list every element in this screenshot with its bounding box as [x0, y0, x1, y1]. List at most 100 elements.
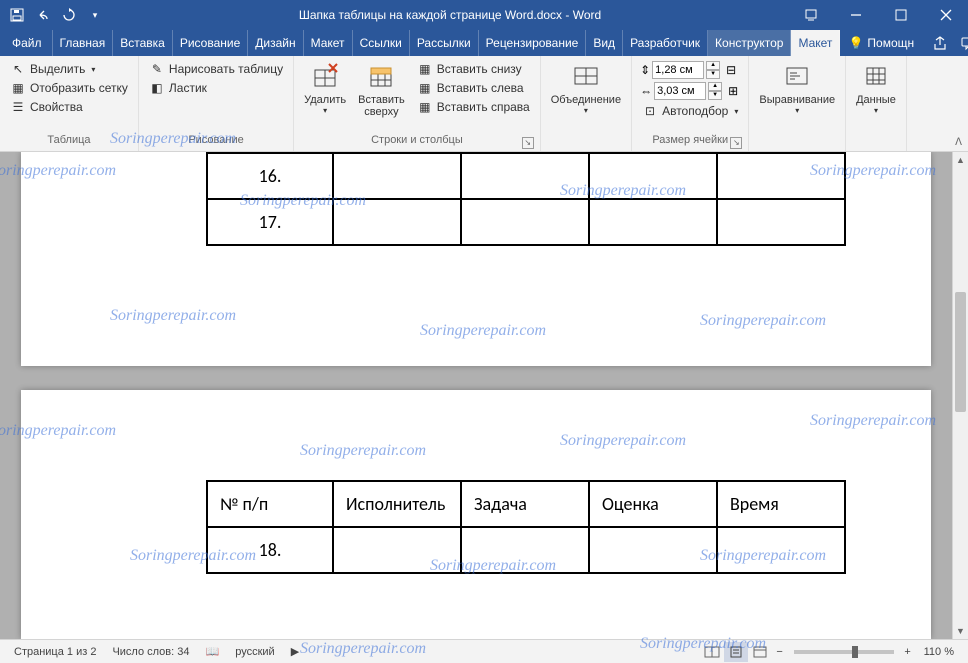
- table-cell[interactable]: [333, 153, 461, 199]
- table-header-cell[interactable]: Задача: [461, 481, 589, 527]
- gridlines-button[interactable]: ▦Отобразить сетку: [6, 79, 132, 97]
- save-button[interactable]: [8, 6, 26, 24]
- table-cell[interactable]: 16.: [207, 153, 333, 199]
- table-page2[interactable]: № п/п Исполнитель Задача Оценка Время 18…: [206, 480, 846, 574]
- table-cell[interactable]: [717, 527, 845, 573]
- zoom-level[interactable]: 110 %: [916, 646, 962, 658]
- height-spin-up[interactable]: ▲: [706, 61, 720, 70]
- table-cell[interactable]: 17.: [207, 199, 333, 245]
- comments-button[interactable]: [960, 35, 968, 51]
- table-cell[interactable]: [717, 153, 845, 199]
- group-data-label: [850, 133, 902, 151]
- group-merge: Объединение▾: [541, 56, 632, 151]
- table-header-cell[interactable]: № п/п: [207, 481, 333, 527]
- table-cell[interactable]: [589, 153, 717, 199]
- redo-button[interactable]: [60, 6, 78, 24]
- tab-draw[interactable]: Рисование: [173, 30, 248, 56]
- table-page1[interactable]: 16. 17.: [206, 152, 846, 246]
- table-cell[interactable]: [333, 199, 461, 245]
- collapse-ribbon-button[interactable]: ᐱ: [955, 137, 962, 148]
- width-spin-down[interactable]: ▼: [708, 91, 722, 100]
- share-button[interactable]: [932, 35, 948, 51]
- table-cell[interactable]: [461, 199, 589, 245]
- eraser-button[interactable]: ◧Ластик: [145, 79, 287, 97]
- data-button[interactable]: Данные▾: [850, 58, 902, 117]
- table-header-cell[interactable]: Оценка: [589, 481, 717, 527]
- row-height-input[interactable]: [652, 61, 704, 79]
- insert-right-button[interactable]: ▦Вставить справа: [413, 98, 534, 116]
- cell-size-launcher[interactable]: ↘: [730, 137, 742, 149]
- page-indicator[interactable]: Страница 1 из 2: [6, 646, 104, 658]
- tab-references[interactable]: Ссылки: [353, 30, 410, 56]
- zoom-out-button[interactable]: −: [772, 646, 788, 658]
- alignment-icon: [781, 60, 813, 92]
- table-cell[interactable]: [717, 199, 845, 245]
- close-button[interactable]: [923, 0, 968, 30]
- autofit-button[interactable]: ⊡Автоподбор▾: [638, 102, 742, 120]
- alignment-button[interactable]: Выравнивание▾: [753, 58, 841, 117]
- table-header-cell[interactable]: Время: [717, 481, 845, 527]
- macro-indicator[interactable]: ▶: [283, 645, 307, 658]
- group-draw-label: Рисование: [143, 133, 289, 151]
- table-row: 18.: [207, 527, 845, 573]
- insert-above-button[interactable]: Вставить сверху: [352, 58, 411, 120]
- distribute-columns-button[interactable]: ⊞: [728, 84, 738, 98]
- group-rows-columns-label: Строки и столбцы↘: [298, 133, 536, 151]
- zoom-in-button[interactable]: +: [900, 646, 916, 658]
- table-header-cell[interactable]: Исполнитель: [333, 481, 461, 527]
- height-spin-down[interactable]: ▼: [706, 70, 720, 79]
- tab-insert[interactable]: Вставка: [113, 30, 173, 56]
- language-indicator[interactable]: русский: [227, 646, 282, 658]
- properties-button[interactable]: ☰Свойства: [6, 98, 132, 116]
- tab-mailings[interactable]: Рассылки: [410, 30, 479, 56]
- scroll-up-button[interactable]: ▲: [953, 152, 968, 168]
- properties-icon: ☰: [10, 99, 26, 115]
- spell-check-button[interactable]: 📖: [198, 645, 228, 658]
- qat-dropdown[interactable]: ▾: [86, 6, 104, 24]
- tab-design[interactable]: Дизайн: [248, 30, 303, 56]
- group-rows-columns: Удалить▾ Вставить сверху ▦Вставить снизу…: [294, 56, 541, 151]
- insert-below-button[interactable]: ▦Вставить снизу: [413, 60, 534, 78]
- document-scroll[interactable]: 16. 17. № п/п Исполнитель Задача Оценка …: [0, 152, 952, 639]
- group-alignment-label: [753, 133, 841, 151]
- table-cell[interactable]: 18.: [207, 527, 333, 573]
- undo-button[interactable]: [34, 6, 52, 24]
- column-width-input[interactable]: [654, 82, 706, 100]
- maximize-button[interactable]: [878, 0, 923, 30]
- table-cell[interactable]: [461, 527, 589, 573]
- zoom-slider[interactable]: [794, 650, 894, 654]
- read-mode-button[interactable]: [700, 642, 724, 662]
- delete-button[interactable]: Удалить▾: [298, 58, 352, 117]
- tab-review[interactable]: Рецензирование: [479, 30, 587, 56]
- tab-view[interactable]: Вид: [586, 30, 623, 56]
- tab-home[interactable]: Главная: [53, 30, 114, 56]
- insert-left-button[interactable]: ▦Вставить слева: [413, 79, 534, 97]
- ribbon: ↖Выделить▾ ▦Отобразить сетку ☰Свойства Т…: [0, 56, 968, 152]
- tab-layout[interactable]: Макет: [304, 30, 353, 56]
- tab-table-design[interactable]: Конструктор: [708, 30, 791, 56]
- tab-file[interactable]: Файл: [2, 30, 53, 56]
- table-cell[interactable]: [333, 527, 461, 573]
- tab-developer[interactable]: Разработчик: [623, 30, 708, 56]
- title-bar: ▾ Шапка таблицы на каждой странице Word.…: [0, 0, 968, 30]
- width-spin-up[interactable]: ▲: [708, 82, 722, 91]
- vertical-scrollbar[interactable]: ▲ ▼: [952, 152, 968, 639]
- zoom-slider-thumb[interactable]: [852, 646, 858, 658]
- scroll-thumb[interactable]: [955, 292, 966, 412]
- table-cell[interactable]: [589, 199, 717, 245]
- tab-table-layout[interactable]: Макет: [791, 30, 840, 56]
- table-cell[interactable]: [461, 153, 589, 199]
- scroll-down-button[interactable]: ▼: [953, 623, 968, 639]
- draw-table-button[interactable]: ✎Нарисовать таблицу: [145, 60, 287, 78]
- web-layout-button[interactable]: [748, 642, 772, 662]
- minimize-button[interactable]: [833, 0, 878, 30]
- ribbon-options-button[interactable]: [788, 0, 833, 30]
- rows-columns-launcher[interactable]: ↘: [522, 137, 534, 149]
- merge-button[interactable]: Объединение▾: [545, 58, 627, 117]
- select-button[interactable]: ↖Выделить▾: [6, 60, 132, 78]
- print-layout-button[interactable]: [724, 642, 748, 662]
- tell-me[interactable]: 💡 Помощн: [840, 30, 922, 56]
- table-cell[interactable]: [589, 527, 717, 573]
- word-count[interactable]: Число слов: 34: [104, 646, 197, 658]
- distribute-rows-button[interactable]: ⊟: [726, 63, 736, 77]
